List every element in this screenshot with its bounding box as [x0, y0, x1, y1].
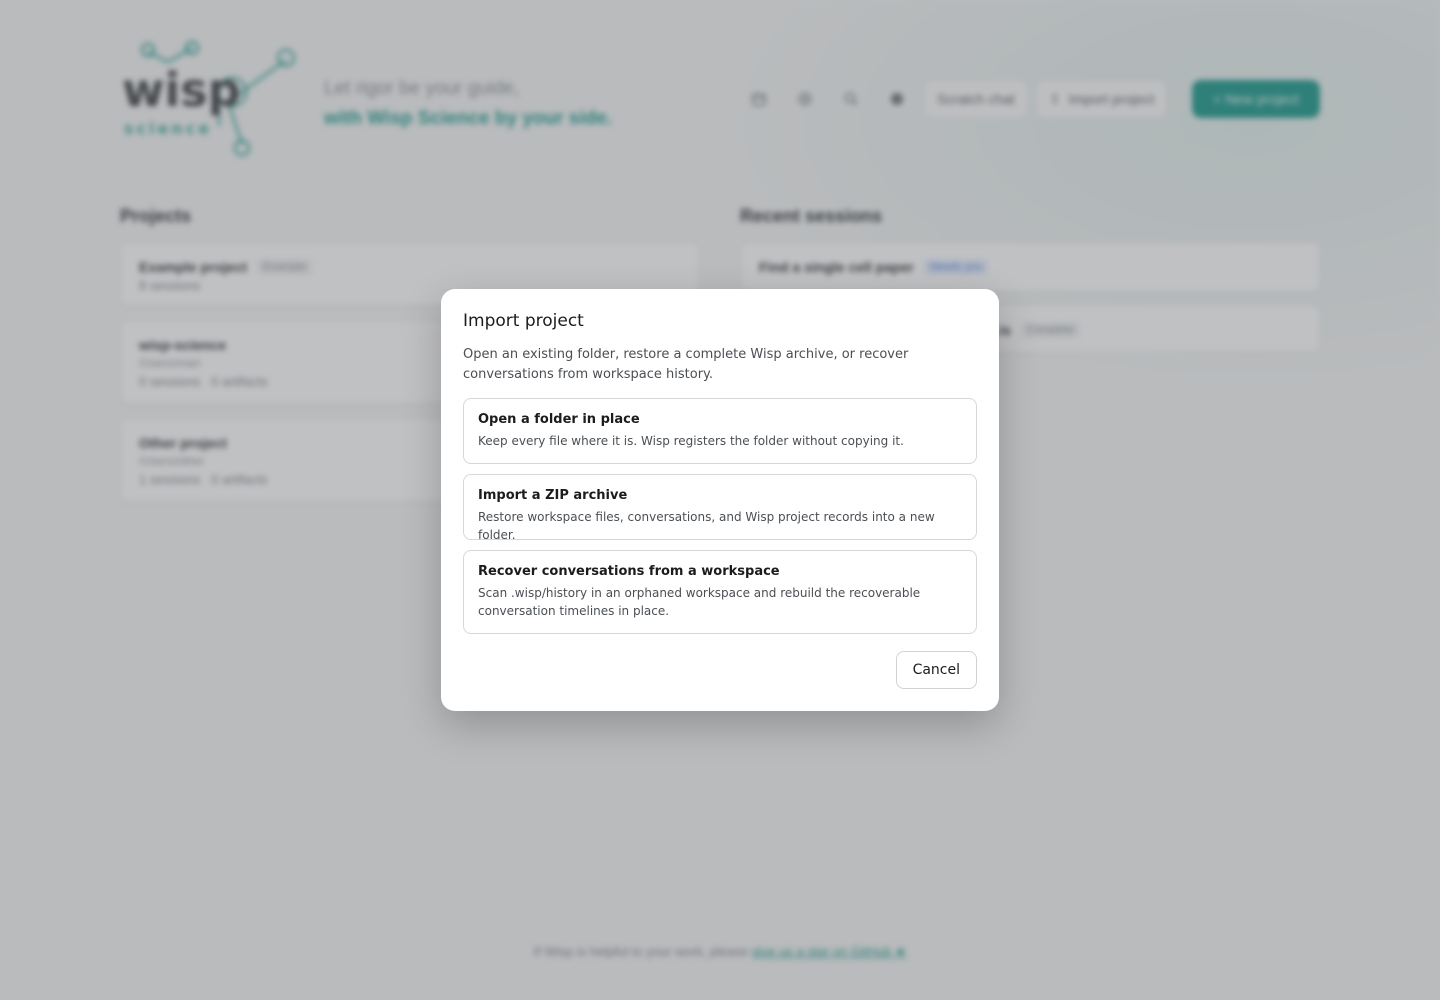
option-title: Open a folder in place — [478, 412, 640, 427]
option-description: Keep every file where it is. Wisp regist… — [478, 434, 904, 448]
dialog-title: Import project — [463, 311, 584, 331]
import-project-dialog: Import project Open an existing folder, … — [441, 289, 999, 711]
import-zip-option[interactable]: Import a ZIP archive Restore workspace f… — [463, 474, 977, 542]
dialog-description: Open an existing folder, restore a compl… — [463, 347, 909, 382]
recover-conversations-option[interactable]: Recover conversations from a workspace S… — [463, 550, 977, 634]
option-title: Import a ZIP archive — [478, 488, 628, 503]
option-title: Recover conversations from a workspace — [478, 564, 780, 579]
option-description: Scan .wisp/history in an orphaned worksp… — [478, 586, 921, 618]
open-folder-option[interactable]: Open a folder in place Keep every file w… — [463, 398, 977, 464]
option-description: Restore workspace files, conversations, … — [478, 510, 935, 542]
cancel-button[interactable]: Cancel — [895, 651, 977, 689]
